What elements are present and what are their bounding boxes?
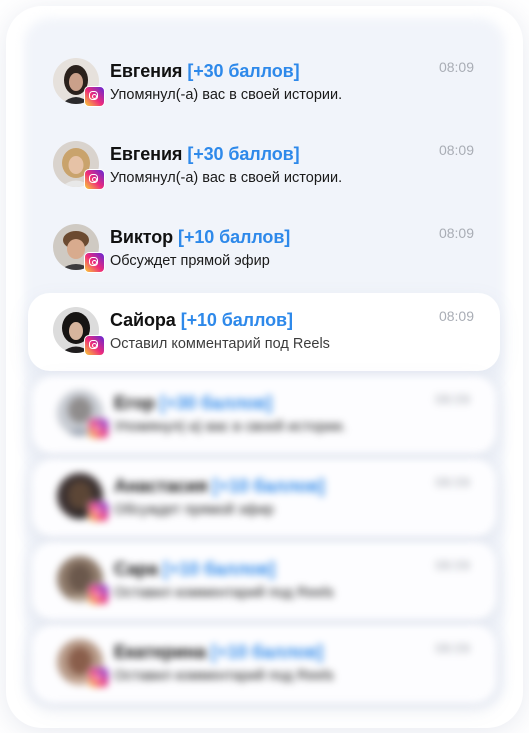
user-name: Сайора bbox=[110, 310, 176, 330]
notification-title: Сара [+10 баллов] bbox=[114, 559, 275, 580]
user-name: Сара bbox=[114, 559, 158, 579]
notification-message: Упомянул(-а) вас в своей истории. bbox=[110, 170, 343, 186]
instagram-icon bbox=[88, 418, 109, 439]
instagram-icon bbox=[84, 335, 105, 356]
instagram-icon bbox=[88, 501, 109, 522]
notification-time: 08:09 bbox=[438, 59, 474, 75]
instagram-icon bbox=[88, 667, 109, 688]
notification-message: Упомянул(-а) вас в своей истории. bbox=[114, 419, 347, 435]
user-name: Екатерина bbox=[114, 642, 206, 662]
points-badge: [+30 баллов] bbox=[159, 393, 273, 413]
notification-message: Обсуждет прямой эфир bbox=[114, 502, 274, 518]
user-name: Виктор bbox=[110, 227, 174, 247]
notification-item[interactable]: Виктор [+10 баллов] Обсуждет прямой эфир … bbox=[28, 210, 500, 288]
instagram-icon bbox=[84, 86, 105, 107]
notification-item[interactable]: Егор [+30 баллов] Упомянул(-а) вас в свое… bbox=[32, 376, 496, 454]
points-badge: [+10 баллов] bbox=[210, 642, 324, 662]
notification-message: Упомянул(-а) вас в своей истории. bbox=[110, 87, 343, 103]
notification-item[interactable]: Евгения [+30 баллов] Упомянул(-а) вас в с… bbox=[28, 127, 500, 205]
notification-title: Анастасия [+10 баллов] bbox=[114, 476, 325, 497]
instagram-icon bbox=[88, 584, 109, 605]
notification-time: 08:09 bbox=[438, 142, 474, 158]
user-name: Евгения bbox=[110, 144, 183, 164]
instagram-icon bbox=[84, 169, 105, 190]
notification-item[interactable]: Сайора [+10 баллов] Оставил комментарий п… bbox=[28, 293, 500, 371]
notification-message: Обсуждет прямой эфир bbox=[110, 253, 270, 269]
user-name: Евгения bbox=[110, 61, 183, 81]
notification-time: 08:09 bbox=[434, 557, 470, 573]
notification-title: Егор [+30 баллов] bbox=[114, 393, 272, 414]
notification-title: Евгения [+30 баллов] bbox=[110, 61, 300, 82]
points-badge: [+10 баллов] bbox=[212, 476, 325, 496]
points-badge: [+30 баллов] bbox=[187, 61, 300, 81]
notification-title: Евгения [+30 баллов] bbox=[110, 144, 300, 165]
points-badge: [+10 баллов] bbox=[180, 310, 293, 330]
notification-message: Оставил комментарий под Reels bbox=[114, 668, 334, 684]
notification-title: Виктор [+10 баллов] bbox=[110, 227, 290, 248]
notification-time: 08:09 bbox=[438, 308, 474, 324]
user-name: Егор bbox=[114, 393, 155, 413]
notification-item[interactable]: Анастасия [+10 баллов] Обсуждет прямой эф… bbox=[32, 459, 496, 537]
points-badge: [+10 баллов] bbox=[178, 227, 291, 247]
user-name: Анастасия bbox=[114, 476, 208, 496]
notification-time: 08:09 bbox=[438, 225, 474, 241]
instagram-icon bbox=[84, 252, 105, 273]
notification-time: 08:09 bbox=[434, 474, 470, 490]
notification-time: 08:09 bbox=[434, 640, 470, 656]
notification-title: Сайора [+10 баллов] bbox=[110, 310, 293, 331]
notification-time: 08:09 bbox=[434, 391, 470, 407]
notification-message: Оставил комментарий под Reels bbox=[114, 585, 334, 601]
points-badge: [+10 баллов] bbox=[162, 559, 275, 579]
notification-item[interactable]: Екатерина [+10 баллов] Оставил комментари… bbox=[32, 625, 496, 703]
notification-item[interactable]: Сара [+10 баллов] Оставил комментарий под… bbox=[32, 542, 496, 620]
points-badge: [+30 баллов] bbox=[187, 144, 300, 164]
notification-message: Оставил комментарий под Reels bbox=[110, 336, 330, 352]
notification-title: Екатерина [+10 баллов] bbox=[114, 642, 323, 663]
notification-item[interactable]: Евгения [+30 баллов] Упомянул(-а) вас в с… bbox=[28, 44, 500, 122]
